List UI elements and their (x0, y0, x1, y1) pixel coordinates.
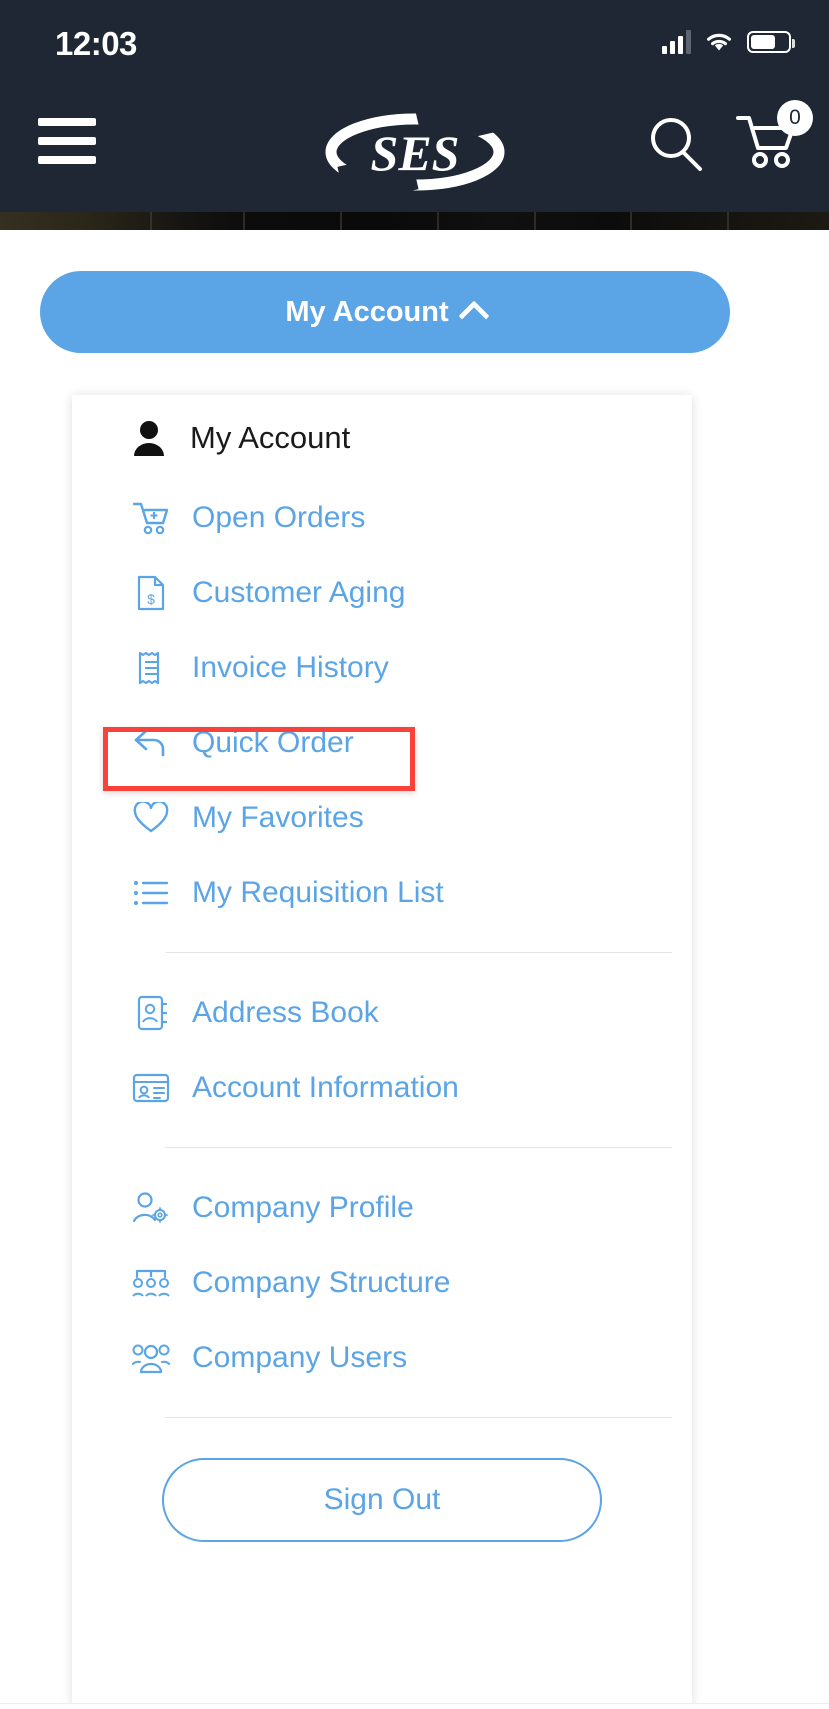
status-bar: 12:03 (0, 0, 829, 90)
hero-image-strip (0, 212, 829, 230)
menu-item-open-orders[interactable]: Open Orders (72, 480, 692, 555)
nav-action-icons: 0 (645, 100, 813, 177)
heart-icon (132, 799, 170, 837)
menu-item-label: Address Book (192, 995, 379, 1029)
cart-button[interactable]: 0 (735, 100, 813, 177)
chevron-up-icon (458, 300, 490, 332)
menu-item-label: Company Profile (192, 1190, 414, 1224)
person-gear-icon (132, 1189, 170, 1227)
sign-out-button[interactable]: Sign Out (162, 1458, 602, 1542)
menu-item-label: Company Users (192, 1340, 408, 1374)
person-filled-icon (134, 421, 164, 456)
document-dollar-icon: $ (132, 574, 170, 612)
menu-item-quick-order[interactable]: Quick Order (72, 705, 692, 780)
menu-item-account-information[interactable]: Account Information (72, 1050, 692, 1125)
menu-item-label: My Requisition List (192, 875, 444, 909)
menu-item-company-profile[interactable]: Company Profile (72, 1170, 692, 1245)
navigation-bar: SES 0 (0, 90, 829, 212)
svg-text:SES: SES (370, 125, 459, 181)
status-bar-icons (662, 30, 795, 54)
address-book-icon (132, 994, 170, 1032)
menu-item-my-requisition-list[interactable]: My Requisition List (72, 855, 692, 930)
menu-item-invoice-history[interactable]: Invoice History (72, 630, 692, 705)
menu-divider (165, 1147, 672, 1148)
id-card-icon (132, 1069, 170, 1107)
menu-item-company-structure[interactable]: Company Structure (72, 1245, 692, 1320)
menu-heading-label: My Account (190, 420, 351, 455)
menu-item-label: Invoice History (192, 650, 389, 684)
people-group-icon (132, 1339, 170, 1377)
menu-item-label: Company Structure (192, 1265, 451, 1299)
search-icon[interactable] (645, 113, 707, 175)
my-account-toggle-label: My Account (285, 295, 449, 328)
page-body: My Account My Account Open Orders $ Cust… (0, 230, 829, 1709)
sign-out-container: Sign Out (72, 1440, 692, 1542)
my-account-toggle-button[interactable]: My Account (40, 271, 730, 353)
app-header: 12:03 SES 0 (0, 0, 829, 212)
menu-item-label: Account Information (192, 1070, 459, 1104)
reply-arrow-icon (132, 724, 170, 762)
bottom-edge (0, 1703, 829, 1709)
menu-item-label: Open Orders (192, 500, 366, 534)
wifi-icon (707, 33, 731, 51)
menu-item-company-users[interactable]: Company Users (72, 1320, 692, 1395)
cart-count-badge: 0 (777, 100, 813, 136)
battery-icon (747, 31, 795, 53)
receipt-icon (132, 649, 170, 687)
svg-text:$: $ (147, 591, 155, 607)
menu-item-label: Customer Aging (192, 575, 406, 609)
menu-item-customer-aging[interactable]: $ Customer Aging (72, 555, 692, 630)
bullet-list-icon (132, 874, 170, 912)
cart-plus-icon (132, 499, 170, 537)
hamburger-menu-icon[interactable] (38, 118, 96, 164)
cellular-signal-icon (662, 30, 691, 54)
status-bar-time: 12:03 (55, 25, 137, 62)
account-menu-card: My Account Open Orders $ Customer Aging … (72, 395, 692, 1705)
org-chart-icon (132, 1264, 170, 1302)
menu-item-label: My Favorites (192, 800, 364, 834)
account-menu-list: Open Orders $ Customer Aging Invoice His… (72, 480, 692, 1542)
menu-divider (165, 1417, 672, 1418)
menu-item-my-favorites[interactable]: My Favorites (72, 780, 692, 855)
menu-divider (165, 952, 672, 953)
menu-item-label: Quick Order (192, 725, 354, 759)
ses-logo[interactable]: SES (315, 95, 515, 206)
menu-item-address-book[interactable]: Address Book (72, 975, 692, 1050)
menu-heading: My Account (132, 420, 350, 456)
